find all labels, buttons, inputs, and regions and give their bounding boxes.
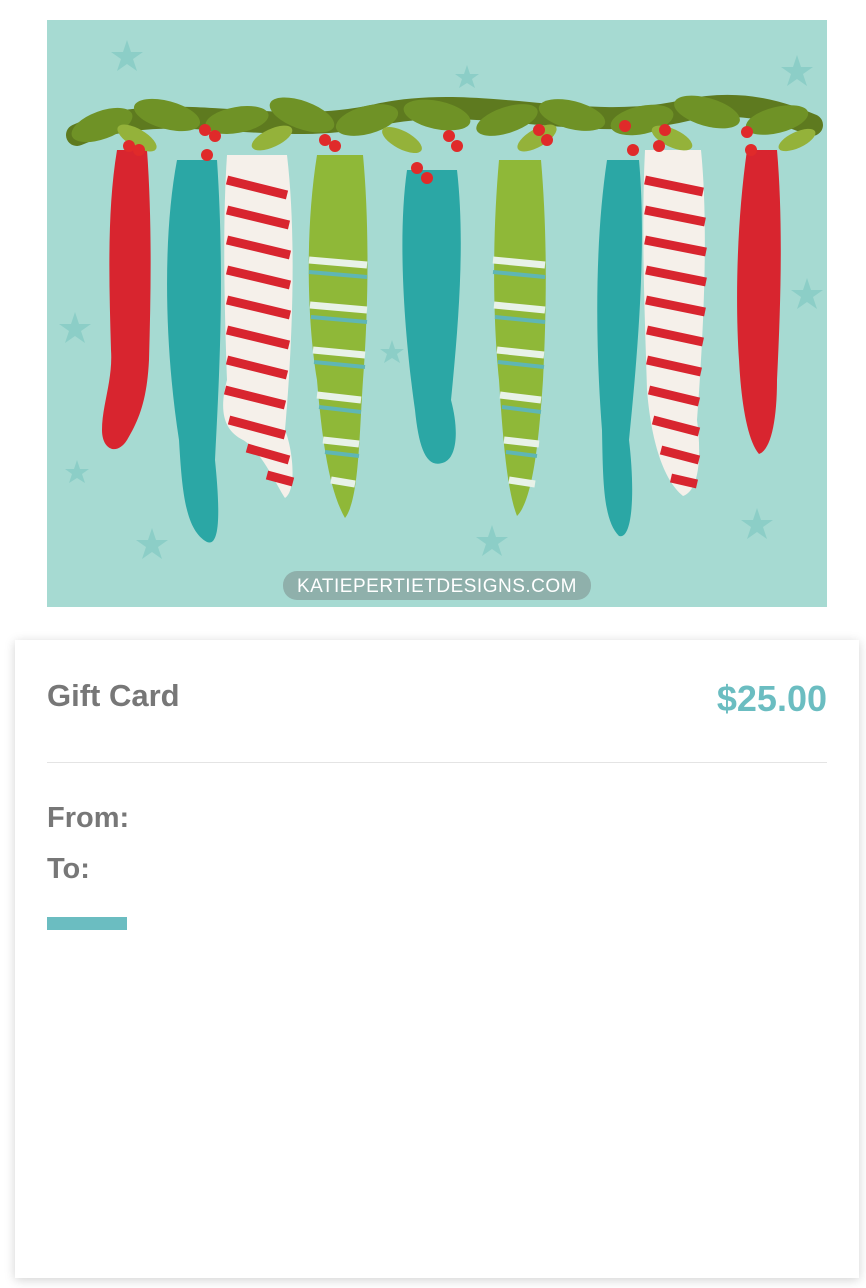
gift-card-details: Gift Card $25.00 From: To: — [15, 640, 859, 1278]
product-price: $25.00 — [716, 678, 827, 719]
gift-card-image: KATIEPERTIETDESIGNS.COM — [47, 20, 827, 607]
product-title: Gift Card — [47, 678, 180, 713]
to-label: To: — [47, 853, 90, 885]
divider — [47, 762, 827, 763]
from-label: From: — [47, 802, 130, 834]
accent-bar — [47, 917, 127, 930]
watermark-text: KATIEPERTIETDESIGNS.COM — [297, 576, 577, 597]
